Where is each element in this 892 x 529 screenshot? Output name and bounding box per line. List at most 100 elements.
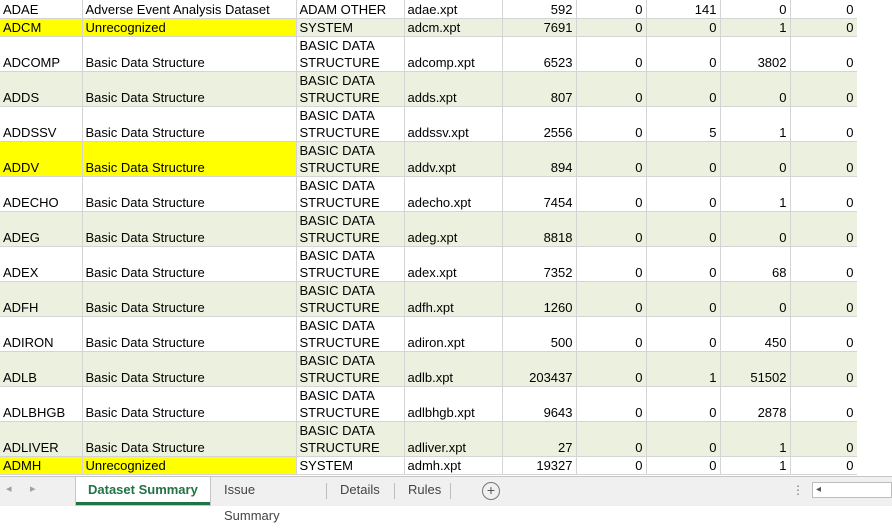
cell-count-3[interactable]: 0	[646, 141, 721, 177]
cell-file-name[interactable]: addssv.xpt	[404, 106, 503, 142]
cell-count-5[interactable]: 0	[790, 456, 858, 475]
tab-rules[interactable]: Rules	[396, 477, 448, 505]
cell-count-3[interactable]: 0	[646, 36, 721, 72]
tab-issue-summary[interactable]: Issue Summary	[212, 477, 324, 523]
cell-count-2[interactable]: 0	[576, 36, 647, 72]
cell-record-count[interactable]: 500	[502, 316, 577, 352]
cell-record-count[interactable]: 2556	[502, 106, 577, 142]
cell-record-count[interactable]: 203437	[502, 351, 577, 387]
cell-count-2[interactable]: 0	[576, 141, 647, 177]
cell-count-2[interactable]: 0	[576, 18, 647, 37]
cell-file-name[interactable]: adcm.xpt	[404, 18, 503, 37]
cell-class-type[interactable]: BASIC DATA STRUCTURE	[296, 106, 405, 142]
cell-description[interactable]: Basic Data Structure	[82, 421, 297, 457]
cell-record-count[interactable]: 592	[502, 0, 577, 19]
cell-class-type[interactable]: BASIC DATA STRUCTURE	[296, 71, 405, 107]
cell-file-name[interactable]: adecho.xpt	[404, 176, 503, 212]
cell-file-name[interactable]: adds.xpt	[404, 71, 503, 107]
cell-file-name[interactable]: adae.xpt	[404, 0, 503, 19]
cell-class-type[interactable]: SYSTEM	[296, 456, 405, 475]
cell-class-type[interactable]: BASIC DATA STRUCTURE	[296, 351, 405, 387]
cell-dataset-code[interactable]: ADLIVER	[0, 421, 83, 457]
cell-file-name[interactable]: addv.xpt	[404, 141, 503, 177]
cell-count-3[interactable]: 0	[646, 421, 721, 457]
cell-count-2[interactable]: 0	[576, 456, 647, 475]
cell-class-type[interactable]: BASIC DATA STRUCTURE	[296, 421, 405, 457]
cell-dataset-code[interactable]: ADDSSV	[0, 106, 83, 142]
tab-details[interactable]: Details	[328, 477, 392, 505]
cell-class-type[interactable]: BASIC DATA STRUCTURE	[296, 281, 405, 317]
cell-count-2[interactable]: 0	[576, 351, 647, 387]
cell-description[interactable]: Unrecognized	[82, 18, 297, 37]
cell-count-2[interactable]: 0	[576, 71, 647, 107]
more-options-icon[interactable]: ⋮	[792, 483, 804, 497]
cell-count-5[interactable]: 0	[790, 211, 858, 247]
tab-scroll-right-icon[interactable]: ▸	[30, 482, 36, 495]
cell-count-2[interactable]: 0	[576, 386, 647, 422]
cell-count-3[interactable]: 0	[646, 211, 721, 247]
cell-count-3[interactable]: 0	[646, 18, 721, 37]
cell-record-count[interactable]: 7352	[502, 246, 577, 282]
cell-dataset-code[interactable]: ADECHO	[0, 176, 83, 212]
cell-description[interactable]: Basic Data Structure	[82, 386, 297, 422]
cell-count-2[interactable]: 0	[576, 176, 647, 212]
cell-record-count[interactable]: 9643	[502, 386, 577, 422]
add-sheet-icon[interactable]: +	[482, 482, 500, 500]
cell-dataset-code[interactable]: ADDS	[0, 71, 83, 107]
cell-file-name[interactable]: adfh.xpt	[404, 281, 503, 317]
cell-count-2[interactable]: 0	[576, 316, 647, 352]
cell-count-5[interactable]: 0	[790, 176, 858, 212]
cell-count-2[interactable]: 0	[576, 211, 647, 247]
cell-count-2[interactable]: 0	[576, 246, 647, 282]
cell-count-4[interactable]: 0	[720, 141, 791, 177]
cell-count-5[interactable]: 0	[790, 36, 858, 72]
cell-dataset-code[interactable]: ADEG	[0, 211, 83, 247]
cell-class-type[interactable]: BASIC DATA STRUCTURE	[296, 211, 405, 247]
cell-count-5[interactable]: 0	[790, 281, 858, 317]
cell-count-3[interactable]: 1	[646, 351, 721, 387]
cell-description[interactable]: Basic Data Structure	[82, 351, 297, 387]
cell-file-name[interactable]: adliver.xpt	[404, 421, 503, 457]
cell-count-3[interactable]: 0	[646, 456, 721, 475]
cell-dataset-code[interactable]: ADCOMP	[0, 36, 83, 72]
cell-count-4[interactable]: 0	[720, 0, 791, 19]
cell-file-name[interactable]: adex.xpt	[404, 246, 503, 282]
cell-count-5[interactable]: 0	[790, 141, 858, 177]
tab-scroll-left-icon[interactable]: ◂	[6, 482, 12, 495]
cell-class-type[interactable]: SYSTEM	[296, 18, 405, 37]
cell-description[interactable]: Basic Data Structure	[82, 141, 297, 177]
cell-count-3[interactable]: 5	[646, 106, 721, 142]
cell-count-4[interactable]: 0	[720, 71, 791, 107]
cell-count-4[interactable]: 1	[720, 176, 791, 212]
cell-dataset-code[interactable]: ADMH	[0, 456, 83, 475]
cell-dataset-code[interactable]: ADFH	[0, 281, 83, 317]
cell-dataset-code[interactable]: ADIRON	[0, 316, 83, 352]
cell-count-2[interactable]: 0	[576, 421, 647, 457]
cell-record-count[interactable]: 27	[502, 421, 577, 457]
cell-count-3[interactable]: 0	[646, 386, 721, 422]
cell-count-4[interactable]: 2878	[720, 386, 791, 422]
cell-class-type[interactable]: BASIC DATA STRUCTURE	[296, 386, 405, 422]
cell-record-count[interactable]: 1260	[502, 281, 577, 317]
cell-count-5[interactable]: 0	[790, 316, 858, 352]
cell-count-4[interactable]: 0	[720, 281, 791, 317]
cell-count-2[interactable]: 0	[576, 0, 647, 19]
cell-count-4[interactable]: 450	[720, 316, 791, 352]
cell-dataset-code[interactable]: ADLBHGB	[0, 386, 83, 422]
cell-description[interactable]: Unrecognized	[82, 456, 297, 475]
cell-class-type[interactable]: BASIC DATA STRUCTURE	[296, 176, 405, 212]
cell-record-count[interactable]: 19327	[502, 456, 577, 475]
cell-count-4[interactable]: 68	[720, 246, 791, 282]
cell-record-count[interactable]: 894	[502, 141, 577, 177]
cell-count-3[interactable]: 0	[646, 316, 721, 352]
cell-count-4[interactable]: 1	[720, 18, 791, 37]
cell-description[interactable]: Adverse Event Analysis Dataset	[82, 0, 297, 19]
cell-count-3[interactable]: 0	[646, 246, 721, 282]
cell-class-type[interactable]: BASIC DATA STRUCTURE	[296, 36, 405, 72]
cell-count-4[interactable]: 1	[720, 421, 791, 457]
cell-count-5[interactable]: 0	[790, 71, 858, 107]
cell-count-5[interactable]: 0	[790, 106, 858, 142]
cell-class-type[interactable]: BASIC DATA STRUCTURE	[296, 316, 405, 352]
cell-count-3[interactable]: 0	[646, 71, 721, 107]
cell-count-5[interactable]: 0	[790, 246, 858, 282]
